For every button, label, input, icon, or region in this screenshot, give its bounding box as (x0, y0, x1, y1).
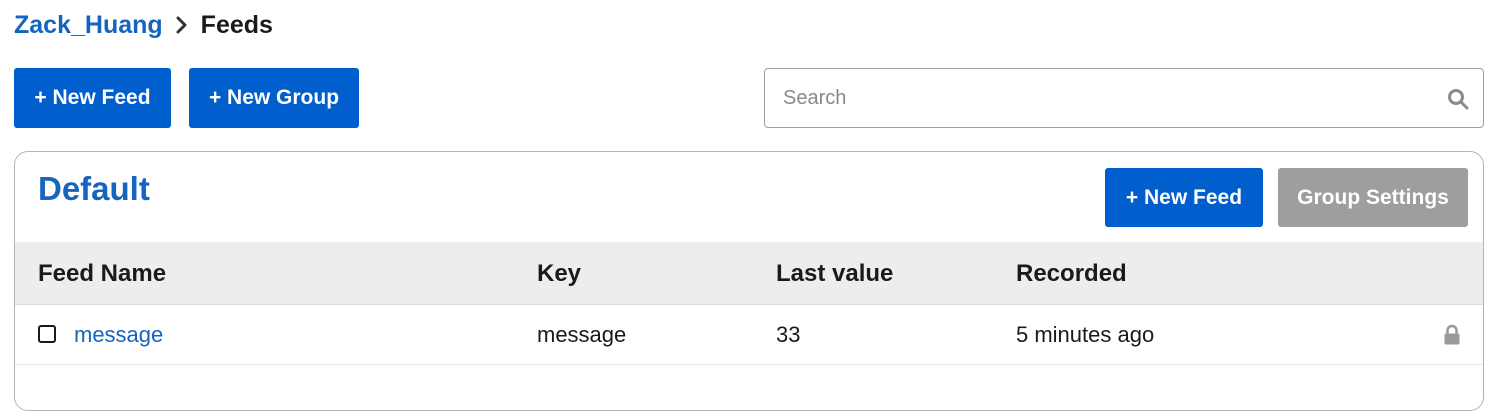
row-select-checkbox[interactable] (38, 325, 56, 343)
search-input[interactable] (765, 69, 1483, 127)
chevron-right-icon (175, 15, 189, 35)
lock-icon (1444, 324, 1460, 345)
group-title: Default (38, 170, 150, 207)
group-card-default: Default + New Feed Group Settings Feed N… (14, 151, 1484, 411)
feed-key: message (537, 322, 627, 347)
feeds-page: Zack_Huang Feeds + New Feed + New Group … (0, 0, 1500, 420)
breadcrumb: Zack_Huang Feeds (14, 8, 273, 42)
column-header-feed-name[interactable]: Feed Name (38, 242, 166, 305)
new-feed-button[interactable]: + New Feed (14, 68, 171, 128)
search-icon[interactable] (1447, 88, 1469, 110)
table-header: Feed Name Key Last value Recorded (15, 242, 1483, 305)
new-group-button[interactable]: + New Group (189, 68, 359, 128)
feeds-table: Feed Name Key Last value Recorded messag… (15, 242, 1483, 410)
feed-last-value: 33 (776, 322, 801, 347)
column-header-last-value[interactable]: Last value (776, 242, 893, 305)
group-new-feed-button[interactable]: + New Feed (1105, 168, 1263, 227)
search-box (764, 68, 1484, 128)
group-settings-button[interactable]: Group Settings (1278, 168, 1468, 227)
table-row-empty (15, 365, 1483, 410)
table-row[interactable]: message message 33 5 minutes ago (15, 305, 1483, 365)
breadcrumb-current: Feeds (200, 10, 273, 39)
column-header-recorded[interactable]: Recorded (1016, 242, 1127, 305)
breadcrumb-user-link[interactable]: Zack_Huang (14, 11, 163, 40)
column-header-key[interactable]: Key (537, 242, 581, 305)
feed-name-link[interactable]: message (74, 305, 163, 365)
feed-recorded: 5 minutes ago (1016, 322, 1155, 347)
